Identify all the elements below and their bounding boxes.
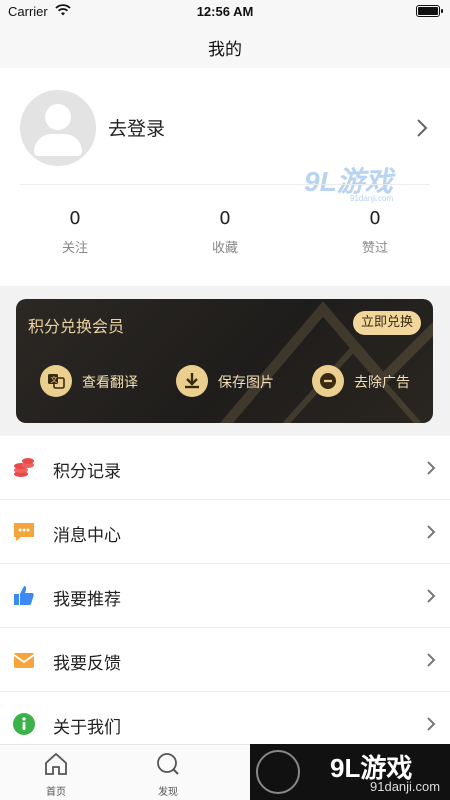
vip-card[interactable]: 积分兑换会员 立即兑换 文 查看翻译 保存图片 去除广告	[16, 299, 433, 423]
chevron-right-icon[interactable]	[416, 118, 428, 138]
vip-feature-label: 查看翻译	[82, 375, 138, 391]
menu-list: 积分记录 消息中心 我要推荐 我要反馈 关于我们	[0, 436, 450, 756]
menu-item-feedback[interactable]: 我要反馈	[0, 628, 450, 692]
redeem-button[interactable]: 立即兑换	[352, 311, 421, 335]
info-icon	[13, 713, 35, 735]
thumbs-up-icon	[14, 586, 34, 605]
menu-item-label: 我要推荐	[53, 590, 121, 610]
nav-bar: 我的	[0, 24, 450, 68]
tab-home[interactable]: 首页	[26, 751, 86, 798]
menu-item-label: 积分记录	[53, 462, 121, 482]
svg-text:9L游戏: 9L游戏	[304, 166, 397, 197]
menu-item-points-record[interactable]: 积分记录	[0, 436, 450, 500]
chevron-right-icon	[427, 589, 436, 603]
svg-text:文: 文	[51, 375, 58, 384]
brand-watermark: 9L游戏 91danji.com	[250, 744, 450, 800]
status-bar: Carrier 12:56 AM	[0, 0, 450, 24]
stats-row: 0 关注 0 收藏 0 赞过	[0, 208, 450, 268]
chevron-right-icon	[427, 525, 436, 539]
stat-value: 0	[219, 208, 231, 229]
stat-label: 收藏	[211, 241, 238, 256]
page-title: 我的	[208, 40, 242, 60]
vip-feature-label: 保存图片	[218, 375, 274, 391]
stat-label: 赞过	[361, 241, 388, 256]
login-link[interactable]: 去登录	[108, 114, 165, 141]
stat-value: 0	[369, 208, 381, 229]
menu-item-recommend[interactable]: 我要推荐	[0, 564, 450, 628]
translate-icon: 文	[40, 365, 72, 397]
discover-icon	[157, 753, 179, 775]
profile-section: 去登录 9L游戏 91danji.com 0 关注 0 收藏 0 赞过	[0, 68, 450, 286]
stat-favorites[interactable]: 0 收藏	[175, 208, 275, 256]
stat-label: 关注	[61, 241, 88, 256]
tab-discover[interactable]: 发现	[138, 751, 198, 798]
vip-title: 积分兑换会员	[28, 317, 125, 336]
menu-item-message-center[interactable]: 消息中心	[0, 500, 450, 564]
svg-text:91danji.com: 91danji.com	[350, 194, 393, 203]
feedback-mail-icon	[13, 653, 35, 668]
battery-icon	[416, 5, 443, 17]
tab-label: 首页	[46, 787, 66, 798]
coins-icon	[14, 458, 34, 477]
menu-item-label: 关于我们	[53, 718, 121, 738]
stat-value: 0	[69, 208, 81, 229]
menu-item-label: 消息中心	[53, 526, 121, 546]
menu-item-label: 我要反馈	[53, 654, 121, 674]
download-icon	[176, 365, 208, 397]
chevron-right-icon	[427, 461, 436, 475]
brand-logo-icon	[256, 750, 300, 794]
watermark-logo: 9L游戏 91danji.com	[304, 166, 397, 203]
message-icon	[14, 523, 34, 541]
vip-feature-label: 去除广告	[354, 375, 410, 391]
stat-follow[interactable]: 0 关注	[25, 208, 125, 256]
stat-likes[interactable]: 0 赞过	[325, 208, 425, 256]
status-time: 12:56 AM	[196, 4, 254, 19]
chevron-right-icon	[427, 653, 436, 667]
avatar[interactable]	[20, 90, 96, 166]
home-icon	[45, 752, 67, 775]
chevron-right-icon	[427, 717, 436, 731]
minus-circle-icon	[312, 365, 344, 397]
brand-url: 91danji.com	[370, 779, 441, 794]
divider	[20, 184, 430, 185]
tab-label: 发现	[158, 787, 178, 798]
